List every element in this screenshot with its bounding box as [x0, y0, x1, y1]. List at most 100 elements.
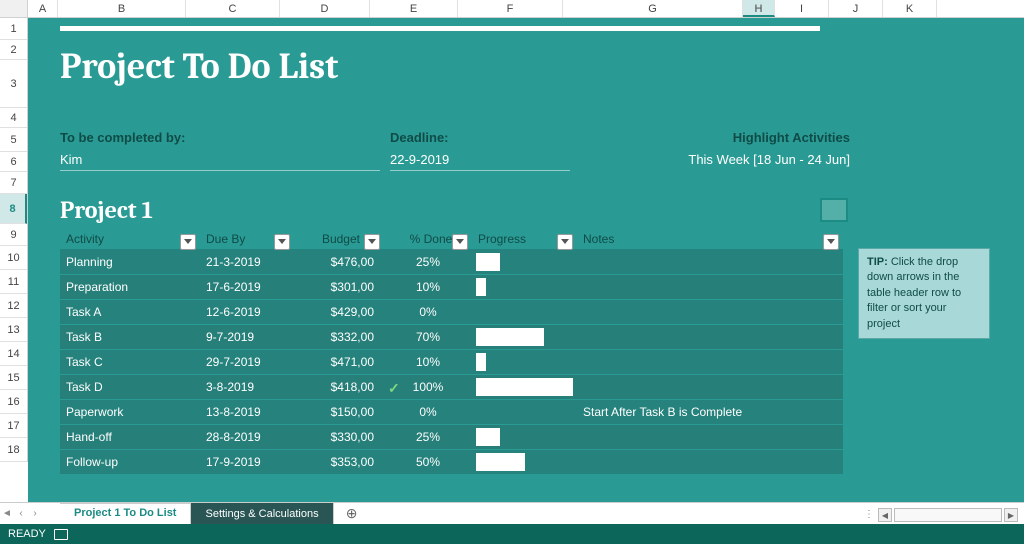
table-row[interactable]: Task C29-7-2019$471,0010%	[60, 350, 843, 374]
cell-activity[interactable]: Paperwork	[60, 405, 200, 419]
cell-activity[interactable]: Task D	[60, 380, 200, 394]
header-due[interactable]: Due By	[200, 232, 294, 246]
cell-progress[interactable]	[472, 453, 577, 471]
highlight-value[interactable]: This Week [18 Jun - 24 Jun]	[630, 152, 850, 171]
completed-by-value[interactable]: Kim	[60, 152, 380, 171]
table-row[interactable]: Task B9-7-2019$332,0070%	[60, 325, 843, 349]
scroll-track[interactable]	[894, 508, 1002, 522]
filter-dropdown-icon[interactable]	[557, 234, 573, 250]
header-budget[interactable]: Budget	[294, 232, 384, 246]
scroll-left-button[interactable]: ◀	[878, 508, 892, 522]
cell-budget[interactable]: $301,00	[294, 280, 384, 294]
column-header[interactable]: E	[370, 0, 458, 17]
row-header[interactable]: 17	[0, 414, 27, 438]
cell-progress[interactable]	[472, 428, 577, 446]
row-header[interactable]: 14	[0, 342, 27, 366]
row-header[interactable]: 6	[0, 152, 27, 172]
column-header[interactable]: G	[563, 0, 743, 17]
deadline-value[interactable]: 22-9-2019	[390, 152, 570, 171]
filter-dropdown-icon[interactable]	[823, 234, 839, 250]
scroll-right-button[interactable]: ▶	[1004, 508, 1018, 522]
table-row[interactable]: Paperwork13-8-2019$150,000% Start After T…	[60, 400, 843, 424]
tab-split-handle[interactable]: ⋮	[864, 509, 874, 520]
cell-budget[interactable]: $471,00	[294, 355, 384, 369]
cell-due[interactable]: 3-8-2019	[200, 380, 294, 394]
add-sheet-button[interactable]: ⊕	[340, 505, 364, 522]
sheet-tab-active[interactable]: Project 1 To Do List	[60, 503, 191, 525]
header-notes[interactable]: Notes	[577, 232, 843, 246]
table-row[interactable]: Follow-up17-9-2019$353,0050%	[60, 450, 843, 474]
cell-due[interactable]: 21-3-2019	[200, 255, 294, 269]
cell-activity[interactable]: Task C	[60, 355, 200, 369]
table-row[interactable]: Task A12-6-2019$429,000%	[60, 300, 843, 324]
cell-pct[interactable]: 10%	[384, 280, 472, 294]
table-row[interactable]: Task D3-8-2019$418,00✓100%	[60, 375, 843, 399]
filter-dropdown-icon[interactable]	[274, 234, 290, 250]
cell-pct[interactable]: ✓100%	[384, 380, 472, 394]
cell-due[interactable]: 13-8-2019	[200, 405, 294, 419]
cell-progress[interactable]	[472, 353, 577, 371]
row-header[interactable]: 12	[0, 294, 27, 318]
column-header[interactable]: C	[186, 0, 280, 17]
cell-progress[interactable]	[472, 328, 577, 346]
column-header[interactable]: K	[883, 0, 937, 17]
row-header[interactable]: 2	[0, 40, 27, 60]
row-header[interactable]: 13	[0, 318, 27, 342]
worksheet-area[interactable]: Project To Do List To be completed by: D…	[28, 18, 1024, 502]
column-header[interactable]: H	[743, 0, 775, 17]
cell-due[interactable]: 28-8-2019	[200, 430, 294, 444]
cell-pct[interactable]: 25%	[384, 255, 472, 269]
cell-activity[interactable]: Hand-off	[60, 430, 200, 444]
cell-progress[interactable]	[472, 378, 577, 396]
row-header[interactable]: 15	[0, 366, 27, 390]
cell-budget[interactable]: $353,00	[294, 455, 384, 469]
tab-nav-next[interactable]: ›	[28, 504, 42, 524]
cell-pct[interactable]: 10%	[384, 355, 472, 369]
cell-due[interactable]: 9-7-2019	[200, 330, 294, 344]
cell-pct[interactable]: 25%	[384, 430, 472, 444]
table-row[interactable]: Hand-off28-8-2019$330,0025%	[60, 425, 843, 449]
cell-budget[interactable]: $429,00	[294, 305, 384, 319]
column-header[interactable]: A	[28, 0, 58, 17]
row-header[interactable]: 10	[0, 246, 27, 270]
cell-activity[interactable]: Task B	[60, 330, 200, 344]
cell-budget[interactable]: $150,00	[294, 405, 384, 419]
table-row[interactable]: Preparation17-6-2019$301,0010%	[60, 275, 843, 299]
header-pct[interactable]: % Done	[384, 232, 472, 246]
cell-activity[interactable]: Task A	[60, 305, 200, 319]
cell-due[interactable]: 29-7-2019	[200, 355, 294, 369]
table-row[interactable]: Planning21-3-2019$476,0025%	[60, 250, 843, 274]
filter-dropdown-icon[interactable]	[452, 234, 468, 250]
column-header[interactable]: B	[58, 0, 186, 17]
cell-pct[interactable]: 0%	[384, 405, 472, 419]
cell-activity[interactable]: Preparation	[60, 280, 200, 294]
cell-due[interactable]: 12-6-2019	[200, 305, 294, 319]
cell-activity[interactable]: Planning	[60, 255, 200, 269]
cell-notes[interactable]: Start After Task B is Complete	[577, 405, 843, 419]
cell-pct[interactable]: 50%	[384, 455, 472, 469]
cell-progress[interactable]	[472, 303, 577, 321]
cell-activity[interactable]: Follow-up	[60, 455, 200, 469]
cell-progress[interactable]	[472, 403, 577, 421]
filter-dropdown-icon[interactable]	[180, 234, 196, 250]
row-header[interactable]: 11	[0, 270, 27, 294]
cell-progress[interactable]	[472, 253, 577, 271]
column-header[interactable]: D	[280, 0, 370, 17]
row-header[interactable]: 7	[0, 172, 27, 194]
tab-nav-prev[interactable]: ‹	[14, 504, 28, 524]
tab-nav-first[interactable]: ◄	[0, 504, 14, 524]
column-header[interactable]: I	[775, 0, 829, 17]
row-header[interactable]: 9	[0, 224, 27, 246]
filter-dropdown-icon[interactable]	[364, 234, 380, 250]
macro-record-icon[interactable]	[54, 529, 68, 540]
row-header[interactable]: 3	[0, 60, 27, 108]
header-activity[interactable]: Activity	[60, 232, 200, 246]
active-cell-cursor[interactable]	[820, 198, 848, 222]
sheet-tab-settings[interactable]: Settings & Calculations	[191, 503, 333, 525]
row-header[interactable]: 16	[0, 390, 27, 414]
horizontal-scrollbar[interactable]: ◀ ▶	[878, 506, 1018, 524]
cell-due[interactable]: 17-6-2019	[200, 280, 294, 294]
cell-pct[interactable]: 0%	[384, 305, 472, 319]
column-header[interactable]: F	[458, 0, 563, 17]
cell-budget[interactable]: $332,00	[294, 330, 384, 344]
